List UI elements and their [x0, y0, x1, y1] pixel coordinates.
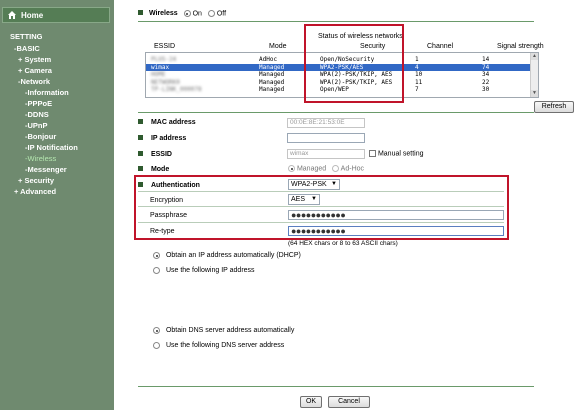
mode-adhoc-radio[interactable] — [332, 165, 340, 172]
mode-managed-label: Managed — [296, 165, 327, 173]
home-icon — [7, 10, 17, 20]
mode-cell: Managed — [259, 86, 285, 93]
ip-manual-radio[interactable] — [153, 267, 160, 274]
essid-cell: TP-LINK_000078 — [151, 86, 202, 93]
signal-cell: 22 — [482, 78, 490, 86]
sidebar-item-information[interactable]: -Information — [0, 87, 114, 98]
channel-cell: 10 — [415, 71, 423, 78]
ip-manual-row: Use the following IP address — [153, 267, 255, 274]
mac-address-field: 00:0E:8E:21:53:0E — [287, 118, 365, 128]
refresh-button[interactable]: Refresh — [534, 101, 574, 113]
essid-row: ESSID — [138, 151, 172, 158]
sidebar-item-advanced[interactable]: + Advanced — [0, 186, 114, 197]
ip-dhcp-label: Obtain an IP address automatically (DHCP… — [165, 252, 301, 260]
channel-cell: 7 — [415, 86, 419, 93]
security-highlight-box — [304, 24, 404, 103]
essid-cell: NETWORK0 — [151, 78, 180, 86]
column-channel: Channel — [427, 43, 454, 50]
authentication-highlight-box — [134, 175, 509, 240]
wireless-on-label: On — [192, 10, 202, 18]
mode-cell: Managed — [259, 63, 285, 71]
mac-row: MAC address — [138, 119, 196, 126]
column-signal: Signal strength — [497, 43, 544, 50]
manual-setting-row: Manual setting — [369, 150, 423, 157]
wireless-on-radio[interactable] — [183, 10, 191, 17]
manual-setting-label: Manual setting — [377, 150, 424, 158]
wireless-off-radio[interactable] — [207, 10, 215, 17]
home-label: Home — [21, 10, 44, 20]
ip-dhcp-row: Obtain an IP address automatically (DHCP… — [153, 252, 301, 259]
sidebar-item-security[interactable]: + Security — [0, 175, 114, 186]
dns-auto-label: Obtain DNS server address automatically — [165, 327, 295, 335]
sidebar-item-bonjour[interactable]: -Bonjour — [0, 131, 114, 142]
column-essid: ESSID — [154, 43, 176, 50]
mode-managed-radio[interactable] — [288, 165, 295, 172]
mode-cell: Managed — [259, 78, 285, 86]
mac-label: MAC address — [150, 119, 196, 126]
sidebar-item-pppoe[interactable]: -PPPoE — [0, 98, 114, 109]
ip-row: IP address — [138, 135, 186, 142]
main-content: Wireless On Off Status of wireless netwo… — [114, 0, 576, 410]
scrollbar[interactable]: ▲ ▼ — [530, 53, 538, 97]
sidebar-item-ip-notification[interactable]: -IP Notification — [0, 142, 114, 153]
section-marker-icon — [138, 135, 143, 140]
dns-auto-row: Obtain DNS server address automatically — [153, 327, 294, 334]
sidebar: Home SETTING -BASIC + System + Camera -N… — [0, 0, 114, 410]
scroll-down-icon[interactable]: ▼ — [531, 90, 538, 97]
wireless-row: Wireless On Off — [138, 10, 226, 17]
signal-cell: 30 — [482, 86, 490, 93]
ip-dhcp-radio[interactable] — [153, 252, 160, 259]
passphrase-hint: (64 HEX chars or 8 to 63 ASCII chars) — [288, 240, 398, 247]
essid-cell: HOME — [151, 71, 166, 78]
sidebar-nav: -BASIC + System + Camera -Network -Infor… — [0, 43, 114, 197]
divider — [138, 112, 534, 113]
essid-cell: wimax — [151, 63, 170, 71]
essid-label: ESSID — [150, 151, 172, 158]
sidebar-item-network[interactable]: -Network — [0, 76, 114, 87]
sidebar-item-upnp[interactable]: -UPnP — [0, 120, 114, 131]
essid-cell: PLUS-24 — [151, 56, 177, 63]
cancel-button[interactable]: Cancel — [328, 396, 370, 408]
signal-cell: 34 — [482, 71, 490, 78]
section-marker-icon — [138, 166, 143, 171]
channel-cell: 1 — [415, 56, 419, 63]
manual-setting-checkbox[interactable] — [369, 150, 376, 157]
ok-button[interactable]: OK — [300, 396, 322, 408]
essid-field[interactable]: wimax — [287, 149, 365, 159]
divider — [138, 386, 534, 387]
divider — [138, 21, 534, 22]
sidebar-item-wireless[interactable]: -Wireless — [0, 153, 114, 164]
wireless-off-label: Off — [216, 10, 227, 18]
mode-adhoc-label: Ad-Hoc — [340, 165, 365, 173]
dns-manual-row: Use the following DNS server address — [153, 342, 284, 349]
section-marker-icon — [138, 10, 143, 16]
column-mode: Mode — [269, 43, 287, 50]
channel-cell: 11 — [415, 78, 423, 86]
sidebar-item-basic[interactable]: -BASIC — [0, 43, 114, 54]
wireless-label: Wireless — [148, 10, 178, 18]
channel-cell: 4 — [415, 63, 419, 71]
mode-row: Mode — [138, 166, 169, 173]
mode-cell: Managed — [259, 71, 285, 78]
scroll-up-icon[interactable]: ▲ — [531, 53, 538, 60]
signal-cell: 74 — [482, 63, 490, 71]
home-button[interactable]: Home — [2, 7, 110, 23]
mode-label: Mode — [150, 166, 170, 173]
section-marker-icon — [138, 151, 143, 156]
sidebar-item-ddns[interactable]: -DDNS — [0, 109, 114, 120]
signal-cell: 14 — [482, 56, 490, 63]
dns-manual-radio[interactable] — [153, 342, 160, 349]
dns-auto-radio[interactable] — [153, 327, 160, 334]
sidebar-item-camera[interactable]: + Camera — [0, 65, 114, 76]
ip-manual-label: Use the following IP address — [165, 267, 255, 275]
section-marker-icon — [138, 119, 143, 124]
ip-label: IP address — [150, 135, 187, 142]
sidebar-item-system[interactable]: + System — [0, 54, 114, 65]
menu-title: SETTING — [10, 32, 43, 41]
mode-radios: Managed Ad-Hoc — [288, 165, 364, 172]
ip-address-field[interactable] — [287, 133, 365, 143]
mode-cell: AdHoc — [259, 56, 278, 63]
sidebar-item-messenger[interactable]: -Messenger — [0, 164, 114, 175]
dns-manual-label: Use the following DNS server address — [165, 342, 285, 350]
